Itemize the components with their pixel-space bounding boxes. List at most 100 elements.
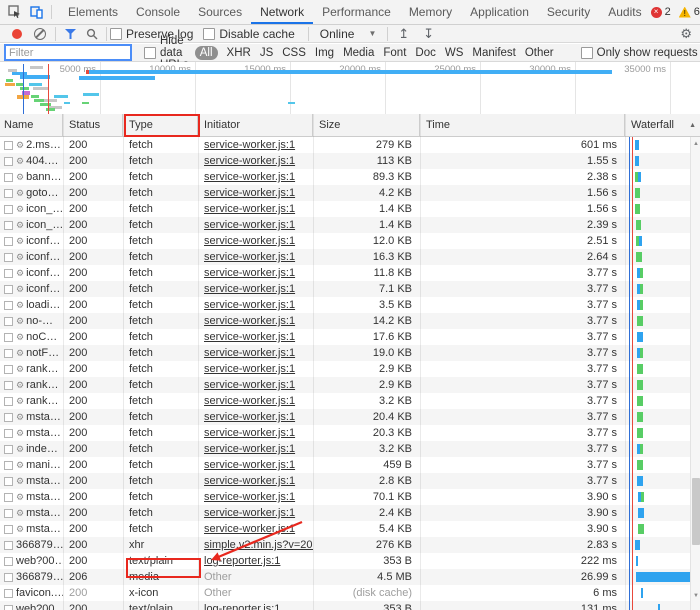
request-name-cell[interactable]: ⚙msta… bbox=[0, 409, 63, 425]
table-row[interactable]: ⚙msta…200fetchservice-worker.js:15.4 KB3… bbox=[0, 521, 700, 537]
request-name-cell[interactable]: ⚙notF… bbox=[0, 345, 63, 361]
table-row[interactable]: ⚙msta…200fetchservice-worker.js:120.3 KB… bbox=[0, 425, 700, 441]
tab-application[interactable]: Application bbox=[461, 0, 538, 24]
initiator[interactable]: service-worker.js:1 bbox=[204, 203, 295, 215]
request-name-cell[interactable]: favicon.… bbox=[0, 585, 63, 601]
hide-data-urls-checkbox[interactable] bbox=[144, 47, 156, 59]
type-filter-manifest[interactable]: Manifest bbox=[472, 47, 515, 59]
request-name-cell[interactable]: ⚙404.… bbox=[0, 153, 63, 169]
table-row[interactable]: ⚙msta…200fetchservice-worker.js:170.1 KB… bbox=[0, 489, 700, 505]
scroll-down-icon[interactable]: ▼ bbox=[691, 593, 700, 599]
table-row[interactable]: ⚙msta…200fetchservice-worker.js:12.4 KB3… bbox=[0, 505, 700, 521]
table-row[interactable]: ⚙iconf…200fetchservice-worker.js:17.1 KB… bbox=[0, 281, 700, 297]
initiator[interactable]: service-worker.js:1 bbox=[204, 363, 295, 375]
column-header-type[interactable]: Type bbox=[123, 114, 198, 136]
table-row[interactable]: web?00…200text/plainlog-reporter.js:1353… bbox=[0, 553, 700, 569]
type-filter-other[interactable]: Other bbox=[525, 47, 554, 59]
table-row[interactable]: ⚙msta…200fetchservice-worker.js:12.8 KB3… bbox=[0, 473, 700, 489]
initiator[interactable]: service-worker.js:1 bbox=[204, 379, 295, 391]
table-row[interactable]: web?00…200text/plainlog-reporter.js:1353… bbox=[0, 601, 700, 610]
tab-sources[interactable]: Sources bbox=[189, 0, 251, 24]
type-filter-js[interactable]: JS bbox=[260, 47, 273, 59]
table-row[interactable]: ⚙no-…200fetchservice-worker.js:114.2 KB3… bbox=[0, 313, 700, 329]
scroll-up-icon[interactable]: ▲ bbox=[691, 141, 700, 147]
request-name-cell[interactable]: ⚙msta… bbox=[0, 521, 63, 537]
initiator[interactable]: service-worker.js:1 bbox=[204, 315, 295, 327]
initiator[interactable]: service-worker.js:1 bbox=[204, 219, 295, 231]
initiator[interactable]: service-worker.js:1 bbox=[204, 187, 295, 199]
table-row[interactable]: ⚙inde…200fetchservice-worker.js:13.2 KB3… bbox=[0, 441, 700, 457]
table-row[interactable]: ⚙rank…200fetchservice-worker.js:12.9 KB3… bbox=[0, 361, 700, 377]
tab-audits[interactable]: Audits bbox=[599, 0, 650, 24]
initiator[interactable]: service-worker.js:1 bbox=[204, 475, 295, 487]
type-filter-media[interactable]: Media bbox=[343, 47, 374, 59]
initiator[interactable]: service-worker.js:1 bbox=[204, 331, 295, 343]
request-name-cell[interactable]: ⚙iconf… bbox=[0, 281, 63, 297]
type-filter-css[interactable]: CSS bbox=[282, 47, 306, 59]
disable-cache-checkbox[interactable] bbox=[203, 28, 215, 40]
request-name-cell[interactable]: ⚙bann… bbox=[0, 169, 63, 185]
initiator[interactable]: service-worker.js:1 bbox=[204, 523, 295, 535]
request-name-cell[interactable]: ⚙icon_… bbox=[0, 217, 63, 233]
request-name-cell[interactable]: ⚙icon_… bbox=[0, 201, 63, 217]
initiator[interactable]: service-worker.js:1 bbox=[204, 491, 295, 503]
table-row[interactable]: ⚙404.…200fetchservice-worker.js:1113 KB1… bbox=[0, 153, 700, 169]
type-filter-doc[interactable]: Doc bbox=[415, 47, 435, 59]
table-row[interactable]: ⚙icon_…200fetchservice-worker.js:11.4 KB… bbox=[0, 217, 700, 233]
table-row[interactable]: 366879…206mediaOther4.5 MB26.99 s bbox=[0, 569, 700, 585]
table-row[interactable]: ⚙loadi…200fetchservice-worker.js:13.5 KB… bbox=[0, 297, 700, 313]
table-row[interactable]: ⚙2.ms…200fetchservice-worker.js:1279 KB6… bbox=[0, 137, 700, 153]
initiator[interactable]: service-worker.js:1 bbox=[204, 427, 295, 439]
request-name-cell[interactable]: ⚙msta… bbox=[0, 505, 63, 521]
throttling-dropdown[interactable]: Online ▼ bbox=[320, 27, 377, 41]
table-row[interactable]: ⚙bann…200fetchservice-worker.js:189.3 KB… bbox=[0, 169, 700, 185]
initiator[interactable]: log-reporter.js:1 bbox=[204, 603, 280, 610]
scrollbar-thumb[interactable] bbox=[692, 478, 700, 545]
initiator[interactable]: service-worker.js:1 bbox=[204, 459, 295, 471]
warning-badge[interactable]: ! 6 bbox=[679, 6, 700, 18]
device-toolbar-icon[interactable] bbox=[26, 2, 48, 22]
column-header-initiator[interactable]: Initiator bbox=[198, 114, 313, 136]
initiator[interactable]: simple.v2.min.js?v=20190… bbox=[204, 539, 313, 551]
table-row[interactable]: ⚙goto…200fetchservice-worker.js:14.2 KB1… bbox=[0, 185, 700, 201]
table-row[interactable]: favicon.…200x-iconOther(disk cache)6 ms bbox=[0, 585, 700, 601]
request-name-cell[interactable]: ⚙rank… bbox=[0, 393, 63, 409]
request-name-cell[interactable]: web?00… bbox=[0, 553, 63, 569]
samesite-checkbox[interactable] bbox=[581, 47, 593, 59]
request-name-cell[interactable]: ⚙rank… bbox=[0, 377, 63, 393]
table-row[interactable]: ⚙iconf…200fetchservice-worker.js:111.8 K… bbox=[0, 265, 700, 281]
request-name-cell[interactable]: ⚙noC… bbox=[0, 329, 63, 345]
filter-input[interactable] bbox=[4, 44, 132, 61]
table-row[interactable]: ⚙msta…200fetchservice-worker.js:120.4 KB… bbox=[0, 409, 700, 425]
initiator[interactable]: service-worker.js:1 bbox=[204, 347, 295, 359]
type-filter-ws[interactable]: WS bbox=[445, 47, 464, 59]
initiator[interactable]: service-worker.js:1 bbox=[204, 267, 295, 279]
request-name-cell[interactable]: 366879… bbox=[0, 569, 63, 585]
initiator[interactable]: service-worker.js:1 bbox=[204, 235, 295, 247]
request-name-cell[interactable]: ⚙2.ms… bbox=[0, 137, 63, 153]
initiator[interactable]: service-worker.js:1 bbox=[204, 251, 295, 263]
tab-performance[interactable]: Performance bbox=[313, 0, 400, 24]
preserve-log-checkbox[interactable] bbox=[110, 28, 122, 40]
request-name-cell[interactable]: ⚙rank… bbox=[0, 361, 63, 377]
initiator[interactable]: service-worker.js:1 bbox=[204, 411, 295, 423]
initiator[interactable]: service-worker.js:1 bbox=[204, 171, 295, 183]
initiator[interactable]: service-worker.js:1 bbox=[204, 507, 295, 519]
table-row[interactable]: ⚙noC…200fetchservice-worker.js:117.6 KB3… bbox=[0, 329, 700, 345]
request-name-cell[interactable]: ⚙no-… bbox=[0, 313, 63, 329]
search-icon[interactable] bbox=[81, 24, 103, 44]
request-name-cell[interactable]: ⚙msta… bbox=[0, 489, 63, 505]
column-header-waterfall[interactable]: Waterfall ▲ bbox=[625, 114, 700, 136]
tab-memory[interactable]: Memory bbox=[400, 0, 461, 24]
request-name-cell[interactable]: 366879… bbox=[0, 537, 63, 553]
type-filter-all[interactable]: All bbox=[195, 46, 218, 60]
type-filter-font[interactable]: Font bbox=[383, 47, 406, 59]
column-header-name[interactable]: Name bbox=[0, 114, 63, 136]
clear-icon[interactable] bbox=[34, 28, 46, 40]
request-name-cell[interactable]: web?00… bbox=[0, 601, 63, 610]
column-header-time[interactable]: Time bbox=[420, 114, 625, 136]
timeline-overview[interactable]: 5000 ms10000 ms15000 ms20000 ms25000 ms3… bbox=[0, 62, 700, 115]
export-har-icon[interactable]: ↧ bbox=[423, 26, 434, 42]
request-name-cell[interactable]: ⚙mani… bbox=[0, 457, 63, 473]
column-header-size[interactable]: Size bbox=[313, 114, 420, 136]
